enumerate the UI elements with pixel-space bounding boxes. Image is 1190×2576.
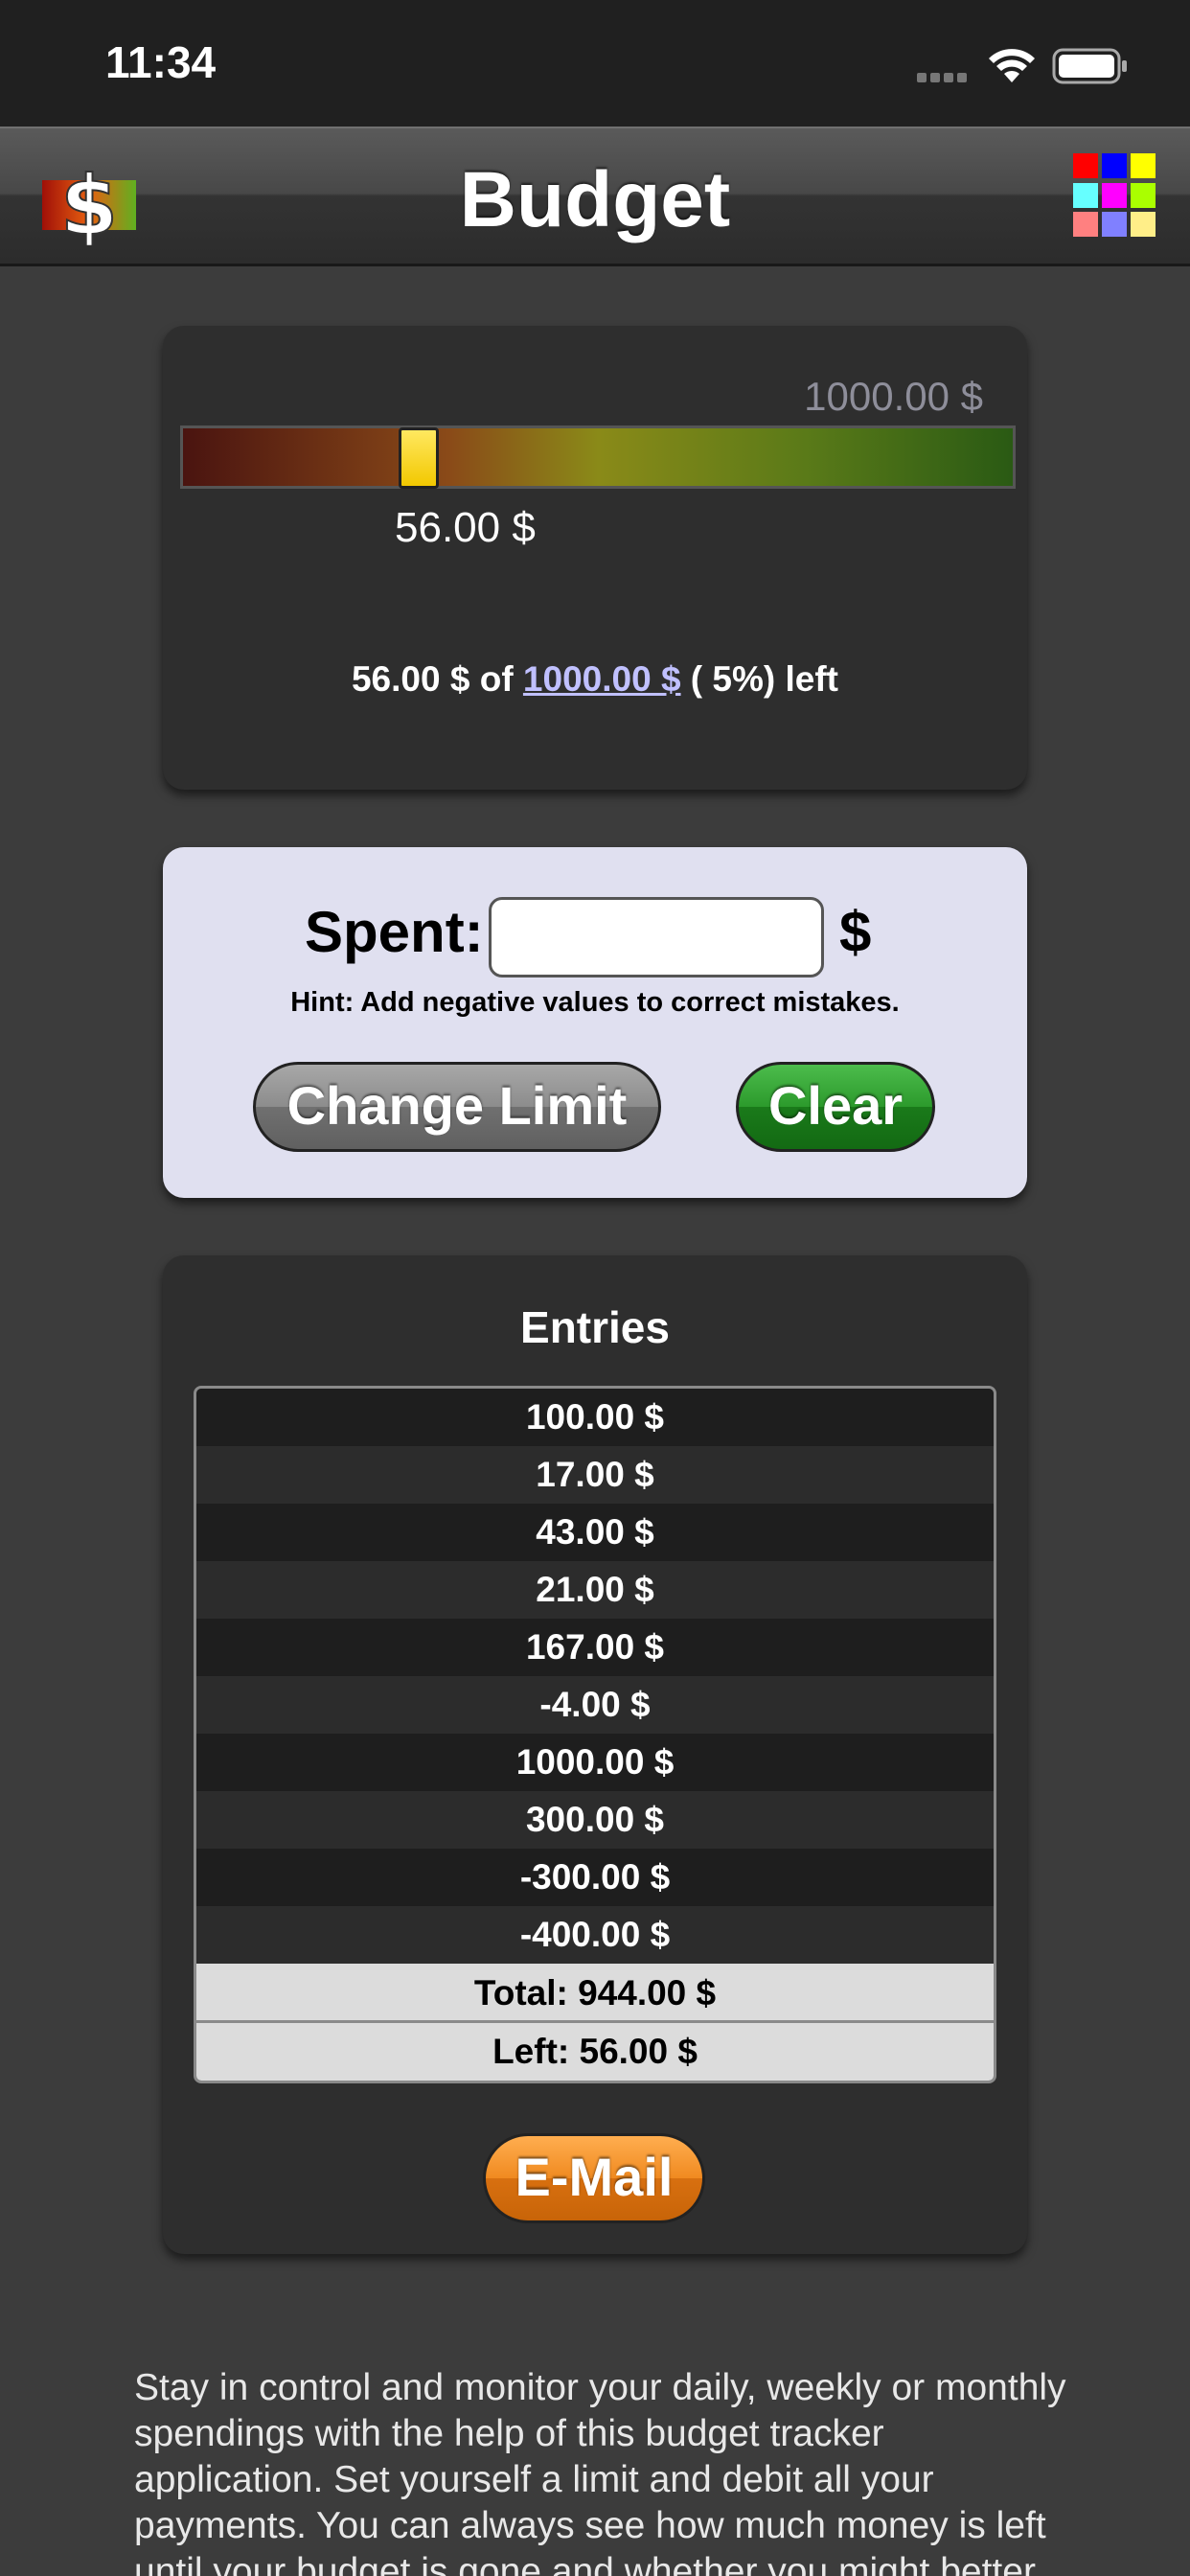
list-item[interactable]: 21.00 $ xyxy=(196,1561,994,1619)
budget-meter-card: 1000.00 $ 56.00 $ 56.00 $ of 1000.00 $ (… xyxy=(163,326,1027,790)
entries-table: 100.00 $17.00 $43.00 $21.00 $167.00 $ -4.… xyxy=(194,1386,996,2083)
status-time: 11:34 xyxy=(105,37,217,87)
nav-bar: Budget xyxy=(0,126,1190,266)
list-item[interactable]: 1000.00 $ xyxy=(196,1734,994,1791)
total-row: Total: 944.00 $ xyxy=(196,1964,994,2023)
email-button[interactable]: E-Mail xyxy=(483,2133,705,2223)
grid-cell xyxy=(1073,212,1098,238)
spent-amount-label: 56.00 $ xyxy=(395,504,536,551)
cellular-signal-icon xyxy=(917,73,967,82)
spent-label: Spent: xyxy=(305,900,484,964)
app-description: Stay in control and monitor your daily, … xyxy=(134,2367,1066,2576)
spent-input-card: Spent: $ Hint: Add negative values to co… xyxy=(163,847,1027,1198)
wifi-icon xyxy=(989,49,1035,82)
list-item[interactable]: 167.00 $ xyxy=(196,1619,994,1676)
summary-suffix: ( 5%) left xyxy=(680,659,838,699)
entries-title: Entries xyxy=(520,1302,670,1352)
svg-text:$: $ xyxy=(60,161,118,245)
grid-cell xyxy=(1102,182,1127,208)
dollar-logo-icon[interactable]: $ xyxy=(42,161,136,245)
entries-card: Entries 100.00 $17.00 $43.00 $21.00 $167… xyxy=(163,1255,1027,2254)
list-item[interactable]: 17.00 $ xyxy=(196,1446,994,1504)
limit-label: 1000.00 $ xyxy=(804,374,983,419)
grid-cell xyxy=(1131,212,1156,238)
left-row: Left: 56.00 $ xyxy=(196,2023,994,2081)
list-item[interactable]: 43.00 $ xyxy=(196,1504,994,1561)
page-title: Budget xyxy=(459,156,731,243)
status-bar: 11:34 xyxy=(0,0,1190,126)
battery-icon xyxy=(1052,48,1127,84)
clear-button[interactable]: Clear xyxy=(736,1062,935,1152)
list-item[interactable]: 300.00 $ xyxy=(196,1791,994,1849)
limit-link[interactable]: 1000.00 $ xyxy=(523,659,681,699)
list-item[interactable]: -4.00 $ xyxy=(196,1676,994,1734)
summary-prefix: 56.00 $ of xyxy=(351,659,523,699)
currency-label: $ xyxy=(839,900,872,964)
grid-cell xyxy=(1073,153,1098,178)
budget-summary: 56.00 $ of 1000.00 $ ( 5%) left xyxy=(163,659,1027,700)
spent-input[interactable] xyxy=(489,897,824,978)
list-item[interactable]: -300.00 $ xyxy=(196,1849,994,1906)
list-item[interactable]: -400.00 $ xyxy=(196,1906,994,1964)
hint-text: Hint: Add negative values to correct mis… xyxy=(290,987,900,1018)
grid-cell xyxy=(1131,153,1156,178)
change-limit-button[interactable]: Change Limit xyxy=(253,1062,661,1152)
grid-cell xyxy=(1131,182,1156,208)
grid-cell xyxy=(1073,182,1098,208)
grid-cell xyxy=(1102,212,1127,238)
budget-meter-handle[interactable] xyxy=(399,427,439,489)
grid-cell xyxy=(1102,153,1127,178)
apps-grid-icon[interactable] xyxy=(1073,153,1157,238)
entries-list: 100.00 $17.00 $43.00 $21.00 $167.00 $ -4.… xyxy=(196,1389,994,1964)
list-item[interactable]: 100.00 $ xyxy=(196,1389,994,1446)
budget-meter-track[interactable] xyxy=(180,426,1016,489)
